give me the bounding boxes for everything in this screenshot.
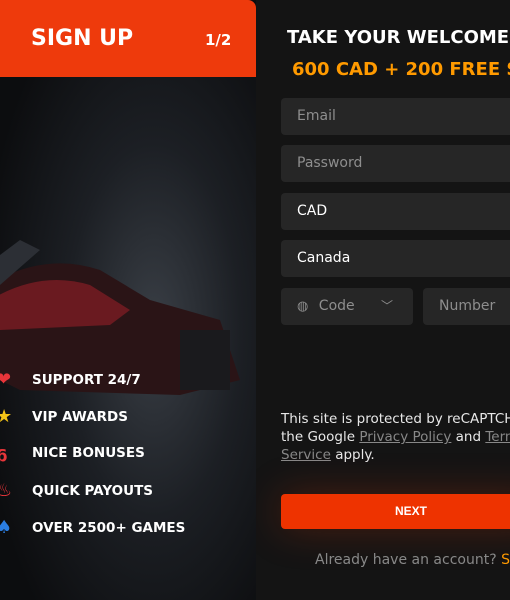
feature-games: ♠ OVER 2500+ GAMES — [0, 517, 185, 538]
feature-bonuses: ᵷ NICE BONUSES — [0, 443, 145, 462]
recaptcha-line: This site is protected by reCAPTCHA and — [281, 411, 510, 427]
feature-label: NICE BONUSES — [32, 444, 145, 461]
signup-form: TAKE YOUR WELCOME B 600 CAD + 200 FREE S… — [256, 0, 510, 600]
terms-link-cont[interactable]: Service — [281, 447, 331, 463]
phone-code-select[interactable]: ◍ Code ﹀ — [281, 288, 413, 325]
feature-label: QUICK PAYOUTS — [32, 482, 154, 499]
recaptcha-text: and — [451, 429, 486, 445]
cherries-icon: ᵷ — [0, 443, 8, 462]
phone-number-input[interactable]: Number — [423, 288, 510, 325]
promo-panel: SIGN UP 1/2 ❤ SUPPORT 24/7 ★ VIP AWARDS ᵷ N… — [0, 0, 256, 600]
recaptcha-text: the Google — [281, 429, 360, 445]
feature-label: VIP AWARDS — [32, 408, 128, 425]
spade-icon: ♠ — [0, 517, 13, 538]
signin-link[interactable]: Sign in — [501, 552, 510, 568]
currency-select[interactable]: CAD — [281, 193, 510, 230]
feature-vip: ★ VIP AWARDS — [0, 406, 128, 427]
form-title: TAKE YOUR WELCOME B — [287, 27, 510, 48]
privacy-policy-link[interactable]: Privacy Policy — [359, 429, 451, 445]
country-select[interactable]: Canada — [281, 240, 510, 277]
password-input[interactable]: Password — [281, 145, 510, 182]
email-input[interactable]: Email — [281, 98, 510, 135]
feature-label: OVER 2500+ GAMES — [32, 519, 186, 536]
globe-icon: ◍ — [297, 299, 309, 314]
feature-label: SUPPORT 24/7 — [32, 371, 141, 388]
signin-prompt-text: Already have an account? — [315, 552, 502, 568]
feature-payouts: ♨ QUICK PAYOUTS — [0, 480, 153, 501]
fire-icon: ♨ — [0, 480, 13, 501]
bonus-text: 600 CAD + 200 FREE S — [292, 59, 510, 80]
signup-header: SIGN UP 1/2 — [0, 0, 256, 77]
next-button[interactable]: NEXT — [281, 494, 510, 529]
recaptcha-note: This site is protected by reCAPTCHA and … — [281, 410, 510, 464]
star-icon: ★ — [0, 406, 13, 427]
step-indicator: 1/2 — [205, 31, 232, 49]
recaptcha-text: apply. — [330, 447, 375, 463]
code-label: Code — [318, 298, 355, 314]
chevron-down-icon: ﹀ — [381, 299, 394, 313]
terms-link[interactable]: Terms of — [485, 429, 510, 445]
signup-title: SIGN UP — [31, 26, 134, 51]
signin-prompt: Already have an account? Sign in — [315, 552, 510, 568]
feature-support: ❤ SUPPORT 24/7 — [0, 369, 141, 390]
heart-icon: ❤ — [0, 369, 12, 390]
